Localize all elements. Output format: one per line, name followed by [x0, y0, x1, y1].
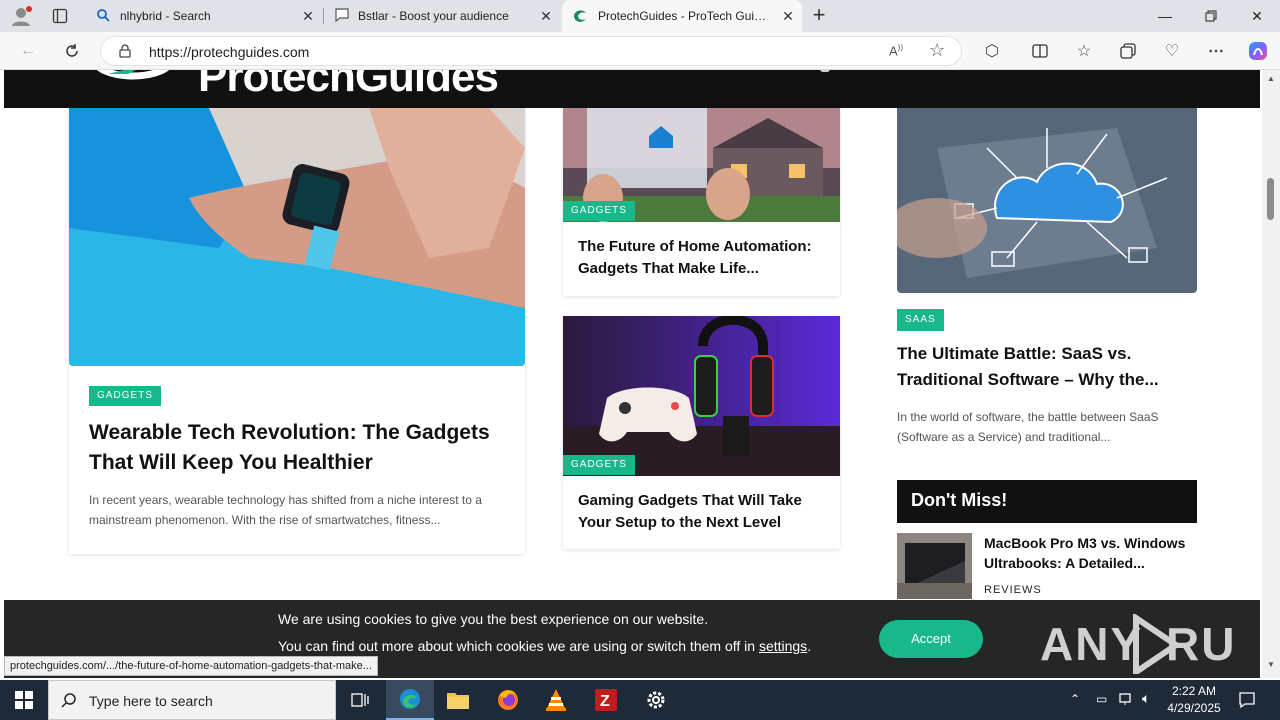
- browser-toolbar: ← https://protechguides.com A)) ☆ ⬡ ☆ ♡ …: [0, 32, 1280, 70]
- article-card-wearable[interactable]: GADGETS Wearable Tech Revolution: The Ga…: [69, 108, 525, 554]
- cookie-details-suffix: .: [807, 638, 812, 654]
- watermark-text-any: ANY: [1040, 618, 1143, 670]
- cookie-details-text: You can find out more about which cookie…: [278, 638, 759, 654]
- restore-button[interactable]: [1188, 0, 1234, 32]
- article-title[interactable]: Gaming Gadgets That Will Take Your Setup…: [578, 490, 828, 534]
- article-excerpt: In the world of software, the battle bet…: [897, 410, 1159, 444]
- site-header: ProtechGuides: [4, 70, 1260, 108]
- article-saas[interactable]: SAAS The Ultimate Battle: SaaS vs. Tradi…: [897, 108, 1197, 450]
- article-card-gaming[interactable]: GADGETS Gaming Gadgets That Will Take Yo…: [563, 316, 840, 549]
- site-logo[interactable]: ProtechGuides: [198, 70, 499, 102]
- search-icon: [96, 8, 112, 25]
- refresh-icon[interactable]: [58, 37, 86, 65]
- tab-title: nlhybrid - Search: [120, 9, 211, 23]
- category-badge[interactable]: GADGETS: [563, 201, 635, 221]
- task-view-icon[interactable]: [336, 680, 384, 720]
- close-tab-icon[interactable]: ✕: [300, 8, 316, 24]
- chat-bubble-icon: [334, 7, 350, 26]
- dont-miss-thumbnail[interactable]: [897, 533, 972, 599]
- watermark-text-run: RUN: [1166, 618, 1236, 670]
- extensions-icon[interactable]: ⬡: [978, 37, 1006, 65]
- tab-protechguides[interactable]: ProtechGuides - ProTech Guides: ✕: [562, 0, 802, 32]
- scrollbar-thumb[interactable]: [1267, 178, 1274, 220]
- article-image-smartwatch[interactable]: [69, 108, 525, 366]
- svg-text:Z: Z: [600, 693, 610, 710]
- filezilla-icon[interactable]: Z: [582, 680, 630, 720]
- tab-actions-icon[interactable]: [52, 8, 68, 24]
- nav-menu-fragment: [820, 70, 830, 72]
- url-text: https://protechguides.com: [149, 44, 310, 60]
- tab-title: ProtechGuides - ProTech Guides:: [598, 9, 770, 23]
- logo-mark-icon[interactable]: [88, 70, 178, 98]
- anyrun-watermark: ANY RUN: [1040, 612, 1262, 678]
- new-tab-button[interactable]: +: [808, 3, 830, 27]
- accept-cookies-button[interactable]: Accept: [879, 620, 983, 658]
- taskbar-search-box[interactable]: Type here to search: [48, 680, 336, 720]
- usb-device-icon[interactable]: ▭: [1096, 692, 1107, 706]
- cookie-details: You can find out more about which cookie…: [278, 638, 811, 654]
- category-badge[interactable]: GADGETS: [563, 455, 635, 475]
- vlc-icon[interactable]: [532, 680, 580, 720]
- close-window-button[interactable]: ✕: [1234, 0, 1280, 32]
- collections-icon[interactable]: [1114, 37, 1142, 65]
- lock-icon[interactable]: [119, 44, 131, 63]
- dont-miss-item[interactable]: MacBook Pro M3 vs. Windows Ultrabooks: A…: [897, 533, 1197, 603]
- browser-essentials-icon[interactable]: ♡: [1158, 37, 1186, 65]
- notifications-icon[interactable]: [1238, 691, 1256, 714]
- article-title[interactable]: Wearable Tech Revolution: The Gadgets Th…: [89, 418, 509, 478]
- system-clock[interactable]: 2:22 AM 4/29/2025: [1160, 683, 1228, 717]
- cookie-message: We are using cookies to give you the bes…: [278, 611, 709, 627]
- edge-browser-icon[interactable]: [386, 680, 434, 720]
- taskbar-search-placeholder: Type here to search: [89, 693, 213, 709]
- edge-tab-icon: [572, 7, 588, 26]
- tab-title: Bstlar - Boost your audience: [358, 9, 509, 23]
- category-badge[interactable]: SAAS: [897, 309, 944, 331]
- profile-avatar-icon[interactable]: [10, 5, 32, 27]
- browser-tab-strip: nlhybrid - Search ✕ Bstlar - Boost your …: [0, 0, 1280, 32]
- page-viewport: ProtechGuides GADGETS Wearable Tech Revo…: [0, 70, 1262, 678]
- dont-miss-heading: Don't Miss!: [897, 480, 1197, 523]
- page-scrollbar[interactable]: ▲ ▼: [1262, 70, 1280, 678]
- article-title[interactable]: The Future of Home Automation: Gadgets T…: [578, 236, 828, 280]
- article-image-cloud-network[interactable]: [897, 108, 1197, 293]
- split-screen-icon[interactable]: [1026, 37, 1054, 65]
- read-aloud-icon[interactable]: A)): [889, 43, 903, 58]
- back-arrow-icon[interactable]: ←: [14, 37, 42, 65]
- minimize-button[interactable]: —: [1142, 0, 1188, 32]
- scroll-up-arrow-icon[interactable]: ▲: [1267, 74, 1275, 83]
- article-title[interactable]: The Ultimate Battle: SaaS vs. Traditiona…: [897, 341, 1197, 393]
- cookie-settings-link[interactable]: settings: [759, 638, 807, 654]
- category-badge[interactable]: GADGETS: [89, 386, 161, 406]
- network-icon[interactable]: [1118, 691, 1134, 712]
- favorites-icon[interactable]: ☆: [1070, 37, 1098, 65]
- more-menu-icon[interactable]: ⋯: [1202, 37, 1230, 65]
- article-excerpt: In recent years, wearable technology has…: [89, 493, 482, 527]
- close-tab-icon[interactable]: ✕: [538, 8, 554, 24]
- address-bar[interactable]: https://protechguides.com A)) ☆: [100, 36, 962, 66]
- article-image-gaming-setup[interactable]: [563, 316, 840, 476]
- dont-miss-item-category[interactable]: REVIEWS: [984, 584, 1042, 596]
- tab-search[interactable]: nlhybrid - Search ✕: [86, 0, 322, 32]
- dont-miss-widget: Don't Miss! MacBook Pro M3 vs. Windows U…: [897, 480, 1197, 620]
- windows-taskbar: Type here to search Z ⌃ ▭ 🔈︎ 2:22 AM 4/2…: [0, 680, 1280, 720]
- clock-date: 4/29/2025: [1167, 701, 1221, 715]
- show-hidden-icons-chevron-icon[interactable]: ⌃: [1070, 692, 1080, 706]
- close-tab-icon[interactable]: ✕: [780, 8, 796, 24]
- volume-icon[interactable]: 🔈︎: [1142, 690, 1150, 707]
- clock-time: 2:22 AM: [1171, 684, 1217, 698]
- start-button[interactable]: [0, 680, 48, 720]
- dont-miss-title: Don't Miss!: [911, 490, 1008, 510]
- tab-bstlar[interactable]: Bstlar - Boost your audience ✕: [324, 0, 560, 32]
- file-explorer-icon[interactable]: [434, 680, 482, 720]
- search-icon: [61, 692, 77, 713]
- scroll-down-arrow-icon[interactable]: ▼: [1267, 660, 1275, 669]
- article-card-home-automation[interactable]: GADGETS The Future of Home Automation: G…: [563, 108, 840, 296]
- favorite-star-icon[interactable]: ☆: [929, 40, 945, 61]
- settings-gear-icon[interactable]: [632, 680, 680, 720]
- status-bar-url: protechguides.com/.../the-future-of-home…: [4, 656, 378, 676]
- firefox-icon[interactable]: [484, 680, 532, 720]
- dont-miss-item-title[interactable]: MacBook Pro M3 vs. Windows Ultrabooks: A…: [984, 533, 1196, 573]
- copilot-icon[interactable]: [1244, 37, 1272, 65]
